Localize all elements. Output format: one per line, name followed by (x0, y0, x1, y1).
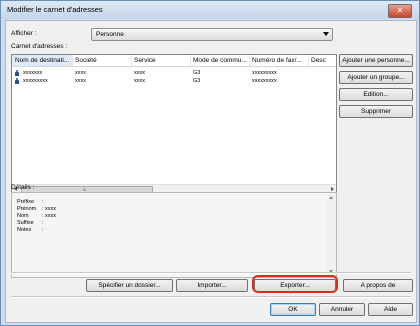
table-cell: xxxx (75, 70, 86, 76)
dialog-window: Modifier le carnet d'adresses ✕ Afficher… (0, 0, 420, 326)
cancel-button[interactable]: Annuler (319, 303, 365, 316)
close-icon: ✕ (396, 6, 404, 15)
detail-name: Suffixe (17, 220, 34, 226)
scroll-up-icon[interactable] (329, 196, 333, 199)
table-cell: G3 (193, 70, 201, 76)
about-button[interactable]: A propos de (343, 279, 413, 292)
detail-name: Préfixe (17, 199, 35, 205)
person-icon (15, 70, 19, 76)
person-icon (15, 78, 19, 84)
export-highlight (252, 275, 338, 293)
add-group-button[interactable]: Ajouter un groupe... (339, 71, 413, 84)
detail-value: : xxxx (42, 206, 57, 212)
window-title: Modifier le carnet d'adresses (7, 5, 103, 14)
ok-button[interactable]: OK (270, 303, 316, 316)
separator (11, 296, 411, 298)
add-person-button[interactable]: Ajouter une personne... (339, 54, 413, 67)
details-label: Détails : (11, 184, 35, 191)
help-button[interactable]: Aide (368, 303, 413, 316)
column-header[interactable]: Nom de destinati... (12, 55, 73, 66)
detail-value: : (42, 220, 44, 226)
display-dropdown[interactable]: Personne (91, 28, 333, 41)
column-header[interactable]: Service (131, 55, 191, 66)
column-header[interactable]: Mode de commu... (190, 55, 250, 66)
detail-name: Prénom (17, 206, 37, 212)
table-cell: xxxxxxxxx (252, 70, 277, 76)
list-header: Nom de destinati... Société Service Mode… (12, 55, 336, 67)
table-cell: xxxx (134, 70, 145, 76)
column-header[interactable]: Société (72, 55, 132, 66)
detail-value: : (42, 199, 44, 205)
title-bar: Modifier le carnet d'adresses ✕ (1, 1, 419, 19)
column-header[interactable]: Numéro de fax/... (249, 55, 309, 66)
detail-name: Notes (17, 227, 32, 233)
table-row[interactable]: xxxxxxxxx xxxx xxxx G3 xxxxxxxxx (12, 77, 336, 85)
details-panel: Préfixe : Prénom : xxxx Nom : xxxx Suffi… (11, 192, 337, 278)
detail-value: : xxxx (42, 213, 57, 219)
table-cell: xxxx (75, 78, 86, 84)
edit-button[interactable]: Edition... (339, 88, 413, 101)
close-button[interactable]: ✕ (388, 4, 412, 18)
chevron-down-icon (323, 32, 329, 36)
column-header[interactable]: Desc (308, 55, 336, 66)
table-cell: G3 (193, 78, 201, 84)
display-value: Personne (96, 31, 124, 38)
table-row[interactable]: xxxxxxx xxxx xxxx G3 xxxxxxxxx (12, 69, 336, 77)
delete-button[interactable]: Supprimer (339, 105, 413, 118)
detail-name: Nom (17, 213, 29, 219)
display-label: Afficher : (11, 30, 37, 37)
address-book-list[interactable]: Nom de destinati... Société Service Mode… (11, 54, 337, 195)
table-cell: xxxx (134, 78, 145, 84)
details-scrollbar[interactable] (327, 193, 336, 277)
detail-value: : (42, 227, 44, 233)
dialog-body: Afficher : Personne Carnet d'adresses : … (5, 20, 417, 323)
separator (11, 272, 411, 274)
table-cell: xxxxxxx (23, 70, 43, 76)
specify-folder-button[interactable]: Spécifier un dossier... (86, 279, 173, 292)
address-book-label: Carnet d'adresses : (11, 43, 68, 50)
import-button[interactable]: Importer... (176, 279, 248, 292)
table-cell: xxxxxxxxx (23, 78, 48, 84)
table-cell: xxxxxxxxx (252, 78, 277, 84)
scroll-right-icon[interactable] (331, 187, 334, 191)
